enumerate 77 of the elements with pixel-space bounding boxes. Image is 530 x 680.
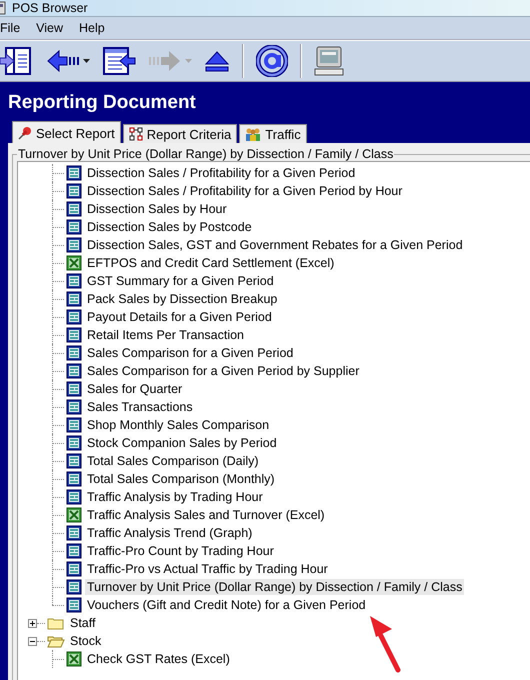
dropdown-caret-icon xyxy=(83,59,90,63)
folder-label[interactable]: Staff xyxy=(68,615,98,631)
report-icon xyxy=(66,309,82,325)
report-icon xyxy=(66,489,82,505)
report-item[interactable]: Retail Items Per Transaction xyxy=(85,327,246,343)
report-item[interactable]: Sales Comparison for a Given Period xyxy=(85,345,296,361)
report-item[interactable]: Traffic Analysis Sales and Turnover (Excel) xyxy=(85,507,327,523)
report-item[interactable]: GST Summary for a Given Period xyxy=(85,273,276,289)
menu-item[interactable]: Help xyxy=(75,21,117,35)
report-icon xyxy=(66,165,82,181)
panel-arrow-icon xyxy=(0,46,34,76)
report-icon xyxy=(66,453,82,469)
report-item[interactable]: EFTPOS and Credit Card Settlement (Excel) xyxy=(85,255,336,271)
report-icon xyxy=(66,399,82,415)
tab[interactable]: Traffic xyxy=(239,124,307,143)
report-icon xyxy=(66,435,82,451)
spreadsheet-icon xyxy=(66,255,82,271)
folder-label[interactable]: Stock xyxy=(68,633,104,649)
report-item[interactable]: Turnover by Unit Price (Dollar Range) by Dissection / Family / Class xyxy=(85,579,464,595)
report-icon xyxy=(66,381,82,397)
report-icon xyxy=(66,219,82,235)
spreadsheet-icon xyxy=(66,651,82,667)
report-item[interactable]: Dissection Sales / Profitability for a Given Period by Hour xyxy=(85,183,404,199)
report-item[interactable]: Traffic-Pro Count by Trading Hour xyxy=(85,543,276,559)
group-title: Turnover by Unit Price (Dollar Range) by Dissection / Family / Class xyxy=(17,147,394,161)
report-item[interactable]: Shop Monthly Sales Comparison xyxy=(85,417,272,433)
report-item[interactable]: Check GST Rates (Excel) xyxy=(85,651,232,667)
report-icon xyxy=(66,201,82,217)
report-icon xyxy=(66,183,82,199)
report-icon xyxy=(66,291,82,307)
report-item[interactable]: Payout Details for a Given Period xyxy=(85,309,274,325)
report-item[interactable]: Dissection Sales by Hour xyxy=(85,201,229,217)
report-item[interactable]: Sales for Quarter xyxy=(85,381,184,397)
report-icon xyxy=(66,525,82,541)
tab[interactable]: Report Criteria xyxy=(122,124,238,143)
menu-item[interactable]: View xyxy=(32,21,76,35)
report-item[interactable]: Traffic-Pro vs Actual Traffic by Trading Hour xyxy=(85,561,330,577)
report-icon xyxy=(66,597,82,613)
report-item[interactable]: Traffic Analysis Trend (Graph) xyxy=(85,525,254,541)
email-at-icon xyxy=(256,45,288,77)
report-icon xyxy=(66,561,82,577)
document-heading: Reporting Document xyxy=(8,91,197,115)
tab[interactable]: Select Report xyxy=(12,121,121,143)
report-icon xyxy=(66,345,82,361)
dropdown-caret-icon xyxy=(185,59,192,63)
folder-icon xyxy=(47,616,65,630)
report-item[interactable]: Sales Transactions xyxy=(85,399,195,415)
expand-toggle[interactable] xyxy=(28,618,37,628)
window-title: POS Browser xyxy=(12,1,88,15)
people-icon xyxy=(245,127,262,141)
report-item[interactable]: Stock Companion Sales by Period xyxy=(85,435,279,451)
report-icon xyxy=(66,417,82,433)
menu-item[interactable]: File xyxy=(0,21,32,35)
computer-icon xyxy=(314,45,344,77)
report-icon xyxy=(66,579,82,595)
pushpin-icon xyxy=(18,126,32,140)
report-icon xyxy=(66,471,82,487)
spreadsheet-icon xyxy=(66,507,82,523)
report-item[interactable]: Total Sales Comparison (Monthly) xyxy=(85,471,277,487)
report-icon xyxy=(66,543,82,559)
collapse-toggle[interactable] xyxy=(28,636,37,646)
report-item[interactable]: Pack Sales by Dissection Breakup xyxy=(85,291,280,307)
page-arrow-icon xyxy=(102,46,136,76)
folder-icon xyxy=(47,634,65,648)
report-item[interactable]: Total Sales Comparison (Daily) xyxy=(85,453,261,469)
report-icon xyxy=(66,237,82,253)
report-item[interactable]: Sales Comparison for a Given Period by Supplier xyxy=(85,363,362,379)
report-item[interactable]: Dissection Sales / Profitability for a Given Period xyxy=(85,165,358,181)
report-icon xyxy=(66,273,82,289)
diagram-icon xyxy=(128,127,143,141)
report-item[interactable]: Dissection Sales, GST and Government Rebates for a Given Period xyxy=(85,237,465,253)
report-item[interactable]: Dissection Sales by Postcode xyxy=(85,219,254,235)
report-item[interactable]: Traffic Analysis by Trading Hour xyxy=(85,489,265,505)
annotation-arrow xyxy=(368,614,402,674)
report-icon xyxy=(66,327,82,343)
report-icon xyxy=(66,363,82,379)
report-item[interactable]: Vouchers (Gift and Credit Note) for a Given Period xyxy=(85,597,368,613)
